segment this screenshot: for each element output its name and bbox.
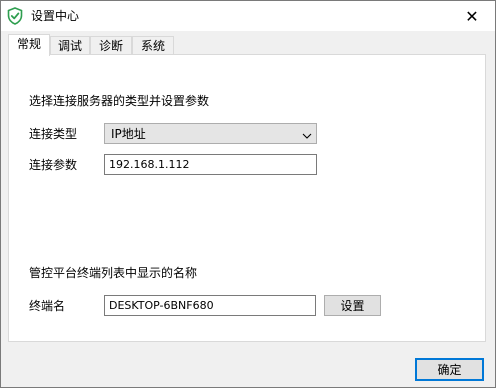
chevron-down-icon <box>302 129 312 139</box>
ok-button[interactable]: 确定 <box>415 358 484 381</box>
set-button[interactable]: 设置 <box>324 295 381 316</box>
shield-check-icon <box>7 7 23 25</box>
tab-diagnose[interactable]: 诊断 <box>90 36 132 55</box>
tab-general[interactable]: 常规 <box>8 34 50 56</box>
connection-type-label: 连接类型 <box>29 127 78 141</box>
terminal-section-heading: 管控平台终端列表中显示的名称 <box>29 266 198 280</box>
terminal-name-input[interactable] <box>104 295 316 316</box>
server-section-heading: 选择连接服务器的类型并设置参数 <box>29 94 210 108</box>
tab-debug[interactable]: 调试 <box>50 36 90 55</box>
tab-system[interactable]: 系统 <box>132 36 174 55</box>
settings-window: 设置中心 ✕ 常规 调试 诊断 系统 选择连接服务器的类型并设置参数 连接类型 … <box>0 0 496 388</box>
connection-params-input[interactable] <box>104 154 317 175</box>
connection-type-value: IP地址 <box>111 127 146 141</box>
general-tab-panel: 选择连接服务器的类型并设置参数 连接类型 IP地址 连接参数 管控平台终端列表中… <box>8 54 486 342</box>
connection-type-select[interactable]: IP地址 <box>104 123 317 144</box>
window-title: 设置中心 <box>31 9 80 23</box>
connection-params-label: 连接参数 <box>29 158 78 172</box>
close-icon: ✕ <box>465 6 479 26</box>
close-button[interactable]: ✕ <box>449 1 495 31</box>
title-bar: 设置中心 ✕ <box>1 1 495 31</box>
terminal-name-label: 终端名 <box>29 299 66 313</box>
